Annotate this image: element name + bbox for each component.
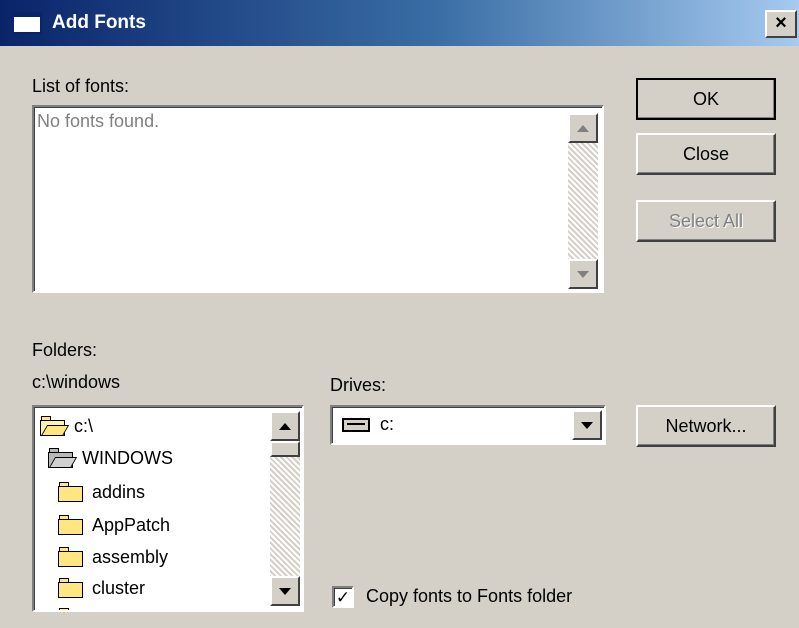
folder-item-windows[interactable]: WINDOWS — [48, 443, 173, 473]
folders-scrollbar[interactable] — [270, 411, 300, 606]
folder-icon — [58, 608, 84, 610]
drives-dropdown-button[interactable] — [572, 410, 602, 440]
open-folder-icon — [48, 448, 78, 468]
arrow-down-icon — [577, 270, 589, 278]
drives-selected-value: c: — [380, 414, 395, 434]
copy-fonts-checkbox[interactable]: ✓ — [332, 586, 354, 608]
folder-item-assembly[interactable]: assembly — [58, 542, 168, 572]
folder-name: cluster — [92, 577, 146, 598]
folders-scroll-thumb[interactable] — [270, 441, 300, 457]
folder-icon — [58, 482, 84, 502]
folder-item-partial — [58, 603, 92, 610]
select-all-button: Select All — [636, 200, 776, 242]
copy-fonts-label[interactable]: Copy fonts to Fonts folder — [366, 586, 572, 607]
drive-icon — [342, 417, 370, 432]
window-title: Add Fonts — [52, 12, 146, 33]
folder-item-apppatch[interactable]: AppPatch — [58, 510, 170, 540]
folders-label: Folders: — [32, 340, 98, 360]
folder-icon — [58, 547, 84, 567]
open-folder-icon — [40, 416, 70, 436]
folder-item-c-root[interactable]: c:\ — [40, 411, 93, 441]
fonts-scroll-down-button — [568, 259, 598, 289]
fonts-scroll-up-button — [568, 113, 598, 143]
fonts-list-scrollbar[interactable] — [568, 113, 598, 289]
fonts-listbox[interactable]: No fonts found. — [32, 105, 604, 293]
window-icon — [12, 12, 42, 34]
folders-listbox[interactable]: c:\ WINDOWS addins AppPatch assembly clu… — [32, 405, 304, 612]
folder-item-cluster[interactable]: cluster — [58, 573, 145, 603]
current-folder-path: c:\windows — [32, 372, 121, 392]
chevron-down-icon — [581, 421, 593, 429]
close-button[interactable]: Close — [636, 133, 776, 175]
arrow-up-icon — [577, 124, 589, 132]
close-window-button[interactable]: × — [765, 10, 797, 38]
drives-dropdown[interactable]: c: — [330, 405, 606, 445]
folder-name: addins — [92, 481, 146, 502]
folder-name: assembly — [92, 546, 169, 567]
folder-icon — [58, 515, 84, 535]
folder-name: AppPatch — [92, 514, 171, 535]
folder-item-addins[interactable]: addins — [58, 477, 145, 507]
folders-scroll-up-button[interactable] — [270, 411, 300, 441]
arrow-down-icon — [279, 587, 291, 595]
folder-name: WINDOWS — [82, 447, 173, 468]
fonts-list-empty-text: No fonts found. — [37, 111, 160, 131]
arrow-up-icon — [279, 422, 291, 430]
ok-button[interactable]: OK — [636, 78, 776, 120]
folder-name: c:\ — [74, 415, 94, 436]
network-button[interactable]: Network... — [636, 405, 776, 447]
folders-scroll-down-button[interactable] — [270, 576, 300, 606]
drives-label: Drives: — [330, 375, 387, 395]
fonts-list-label: List of fonts: — [32, 76, 130, 96]
title-bar[interactable]: Add Fonts × — [0, 0, 799, 46]
folder-icon — [58, 578, 84, 598]
